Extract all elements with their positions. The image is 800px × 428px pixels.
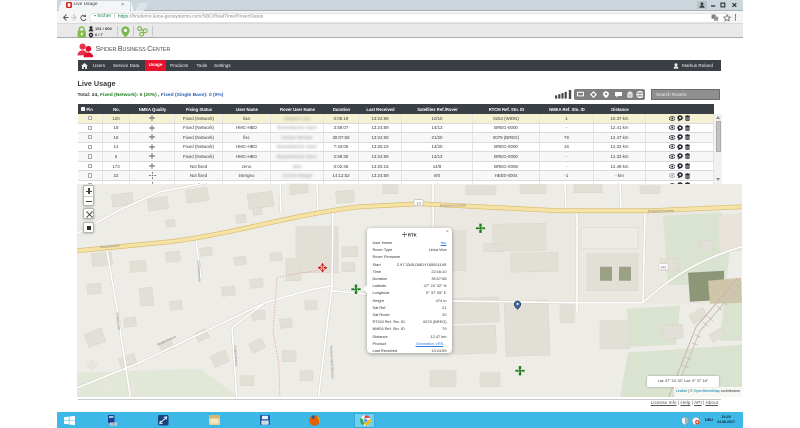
svg-text:Heinrich-Wild-Strasse: Heinrich-Wild-Strasse [329, 345, 335, 378]
svg-text:Balgacherstrasse: Balgacherstrasse [648, 208, 674, 212]
svg-text:Balgacherstrasse: Balgacherstrasse [440, 203, 466, 207]
svg-text:Kugelgasse: Kugelgasse [116, 312, 122, 330]
svg-text:Lindenstrasse: Lindenstrasse [197, 260, 202, 281]
svg-text:13: 13 [416, 200, 421, 205]
svg-text:445: 445 [661, 265, 667, 269]
